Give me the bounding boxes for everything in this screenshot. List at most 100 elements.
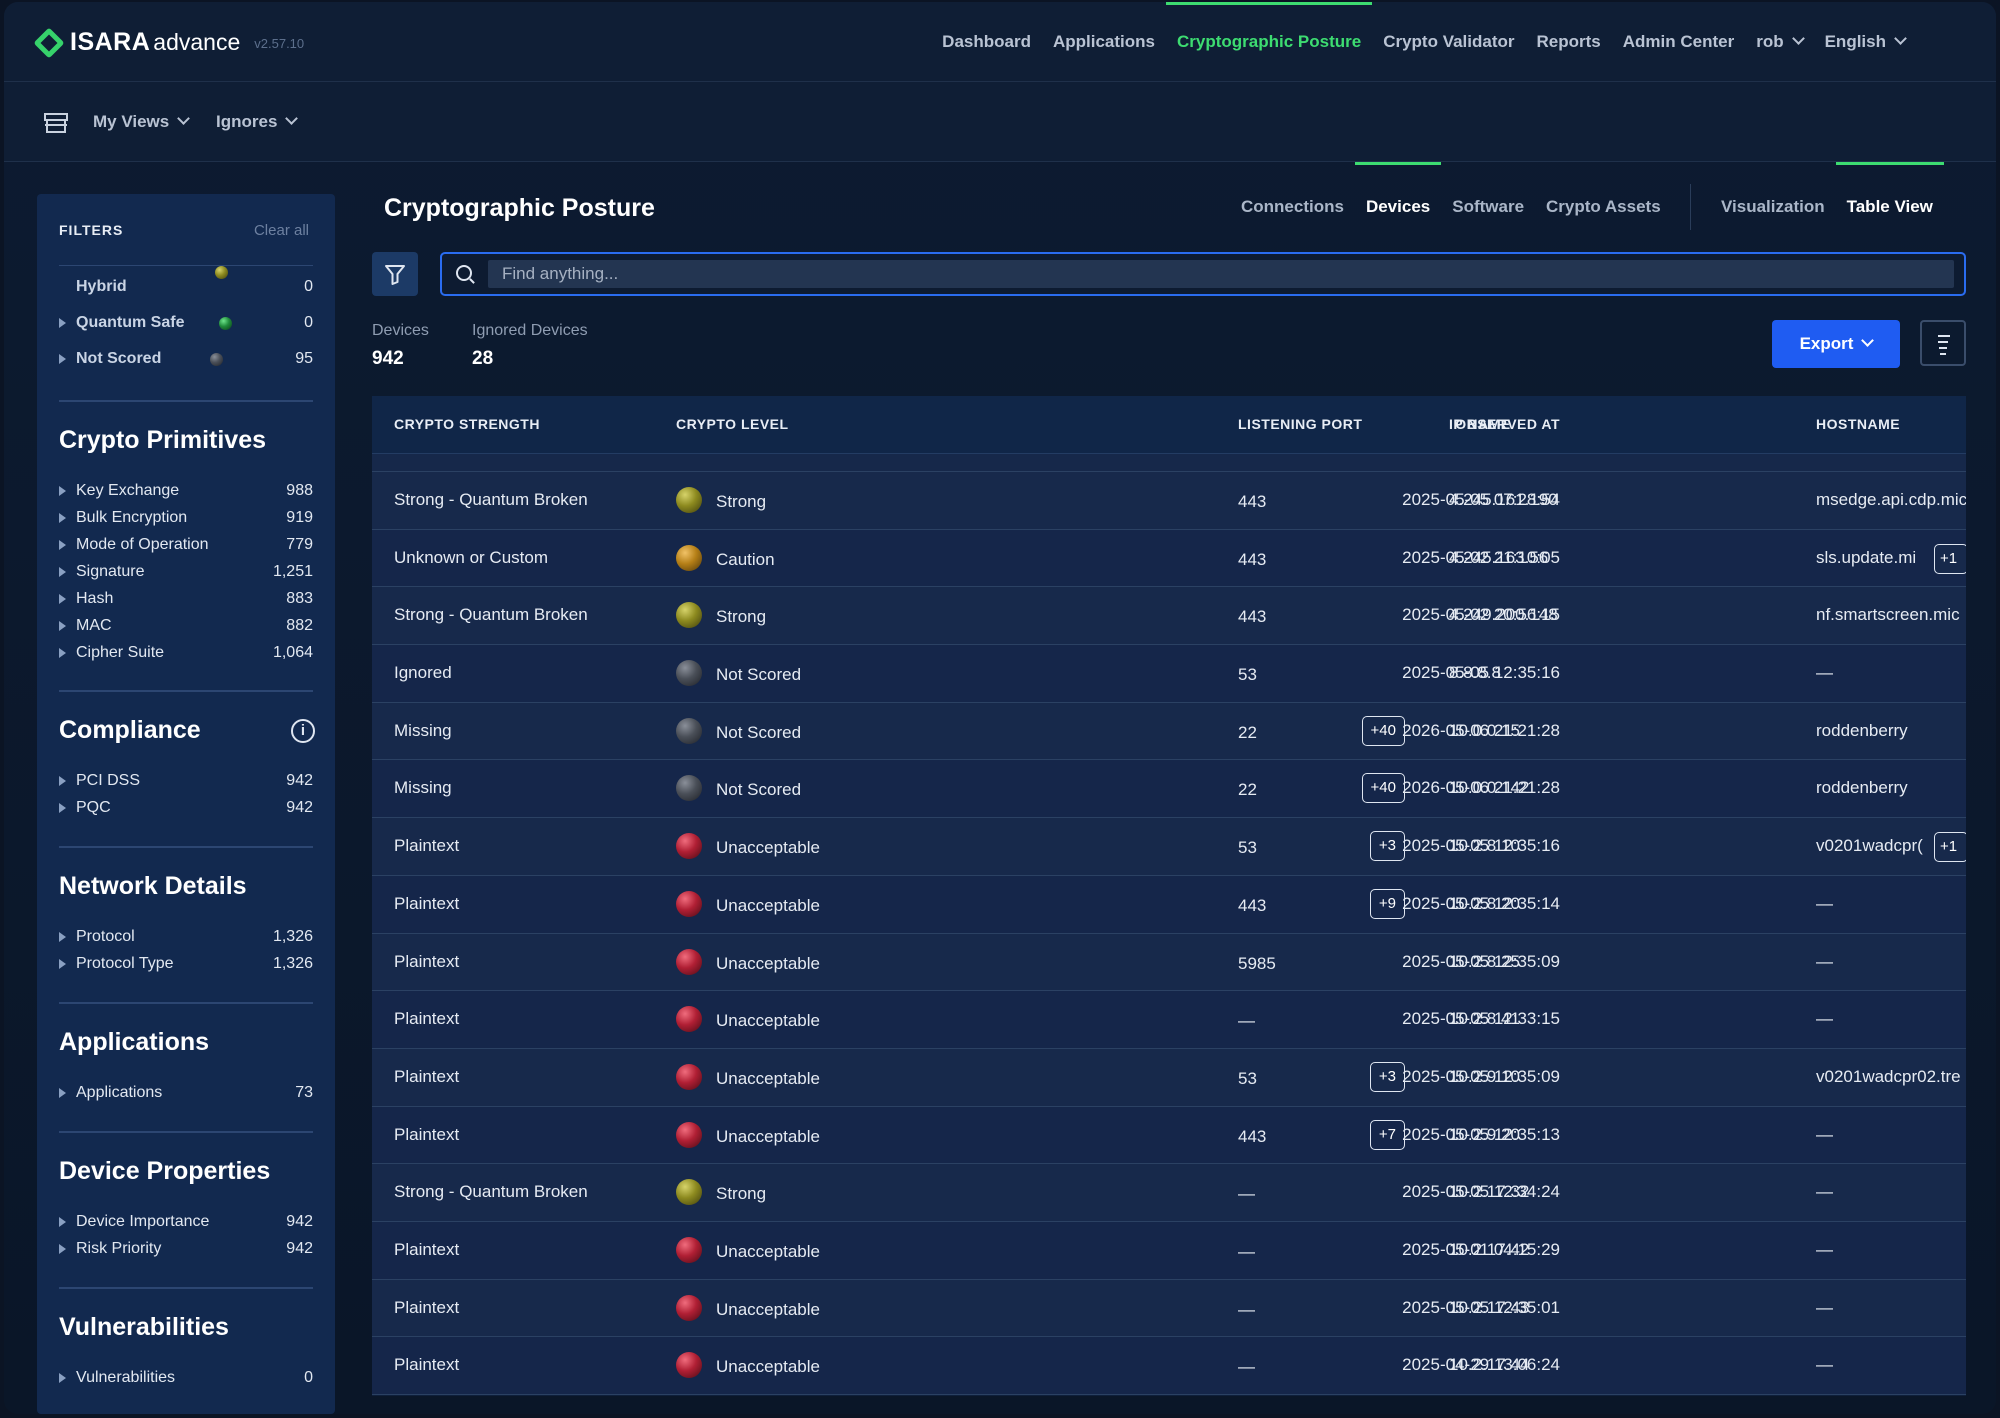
stat-label: Ignored Devices <box>472 322 588 339</box>
filter-hash[interactable]: Hash 883 <box>59 586 313 612</box>
table-row[interactable]: Plaintext Unacceptable 2025-05-01 04:15:29… <box>372 1221 1966 1280</box>
table-row[interactable]: Strong - Quantum Broken Strong 2025-05-05 … <box>372 472 1966 530</box>
filter-score-not-scored[interactable]: Not Scored 95 <box>59 346 313 372</box>
tab-software[interactable]: Software <box>1441 162 1535 242</box>
user-menu[interactable]: rob <box>1745 2 1813 82</box>
filter-key-exchange[interactable]: Key Exchange 988 <box>59 478 313 504</box>
expand-arrow-icon[interactable] <box>59 648 66 658</box>
nav-cryptographic-posture[interactable]: Cryptographic Posture <box>1165 2 1373 82</box>
export-button[interactable]: Export <box>1772 320 1900 368</box>
table-row[interactable]: Strong - Quantum Broken Strong 2025-05-02 … <box>372 587 1966 646</box>
expand-arrow-icon[interactable] <box>59 776 66 786</box>
more-ports-badge[interactable]: +3 <box>1369 1061 1405 1092</box>
table-row[interactable]: Unknown or Custom Caution 2025-05-02 21:10… <box>372 529 1966 588</box>
search-input[interactable] <box>502 260 1902 288</box>
cell-listening-port: — <box>1238 1299 1255 1319</box>
my-views-menu[interactable]: My Views <box>93 82 191 162</box>
expand-arrow-icon[interactable] <box>59 932 66 942</box>
expand-arrow-icon[interactable] <box>59 959 66 969</box>
more-ports-badge[interactable]: +3 <box>1369 831 1405 862</box>
column-settings-button[interactable] <box>1920 320 1966 366</box>
expand-arrow-icon[interactable] <box>59 513 66 523</box>
more-ports-badge[interactable]: +7 <box>1369 1119 1405 1150</box>
search-box[interactable] <box>440 252 1966 296</box>
info-icon[interactable]: i <box>291 719 315 743</box>
more-hostnames-badge[interactable]: +1 <box>1934 543 1966 574</box>
tab-devices[interactable]: Devices <box>1354 162 1442 242</box>
table-row[interactable]: Strong - Quantum Broken Strong 2025-05-05 … <box>372 1164 1966 1222</box>
tab-visualization[interactable]: Visualization <box>1710 162 1836 242</box>
nav-crypto-validator[interactable]: Crypto Validator <box>1372 2 1525 82</box>
expand-arrow-icon[interactable] <box>59 1244 66 1254</box>
filter-toggle-button[interactable] <box>372 252 418 296</box>
filter-risk-priority[interactable]: Risk Priority 942 <box>59 1236 313 1262</box>
store-icon[interactable] <box>44 112 68 134</box>
col-hostname[interactable]: HOSTNAME <box>1816 416 1900 432</box>
filter-device-importance[interactable]: Device Importance 942 <box>59 1209 313 1235</box>
filter-bulk-encryption[interactable]: Bulk Encryption 919 <box>59 505 313 531</box>
logo-sub: advance <box>153 29 241 55</box>
clear-all-link[interactable]: Clear all <box>254 222 309 239</box>
table-row[interactable]: Plaintext Unacceptable 2025-05-05 12:35:14… <box>372 875 1966 934</box>
expand-arrow-icon[interactable] <box>59 567 66 577</box>
expand-arrow-icon[interactable] <box>59 540 66 550</box>
table-row[interactable]: Plaintext Unacceptable 2025-05-05 12:35:01… <box>372 1279 1966 1338</box>
nav-dashboard[interactable]: Dashboard <box>931 2 1042 82</box>
table-row[interactable]: Missing Not Scored 2026-05-06 21:21:28 22 +4… <box>372 760 1966 819</box>
filter-cipher-suite[interactable]: Cipher Suite 1,064 <box>59 640 313 666</box>
expand-arrow-icon[interactable] <box>59 803 66 813</box>
cell-crypto-strength: Plaintext <box>394 1009 460 1029</box>
expand-arrow-icon[interactable] <box>59 594 66 604</box>
language-menu[interactable]: English <box>1814 2 1916 82</box>
filter-protocol[interactable]: Protocol 1,326 <box>59 924 313 950</box>
table-row[interactable]: Plaintext Unacceptable 2025-04-29 13:06:24… <box>372 1337 1966 1395</box>
ignores-menu[interactable]: Ignores <box>216 82 299 162</box>
expand-arrow-icon[interactable] <box>59 354 66 364</box>
table-row[interactable]: Plaintext Unacceptable 2025-05-05 12:35:09… <box>372 1048 1966 1107</box>
filter-mode-of-operation[interactable]: Mode of Operation 779 <box>59 532 313 558</box>
isara-logo[interactable]: ISARA advance v2.57.10 <box>33 26 304 59</box>
column-lines-icon <box>1939 347 1947 349</box>
expand-arrow-icon[interactable] <box>59 1373 66 1383</box>
table-row[interactable]: Missing Not Scored 2026-05-06 21:21:28 22 +4… <box>372 702 1966 761</box>
filter-protocol-type[interactable]: Protocol Type 1,326 <box>59 951 313 977</box>
tab-crypto-assets[interactable]: Crypto Assets <box>1535 162 1672 242</box>
table-row[interactable]: Plaintext Unacceptable 2025-05-05 12:35:16… <box>372 818 1966 876</box>
col-listening-port[interactable]: LISTENING PORT <box>1238 416 1362 432</box>
more-ports-badge[interactable]: +40 <box>1361 773 1405 804</box>
filter-pci-dss[interactable]: PCI DSS 942 <box>59 768 313 794</box>
nav-reports[interactable]: Reports <box>1526 2 1612 82</box>
filter-score-quantum-safe[interactable]: Quantum Safe 0 <box>59 310 313 336</box>
table-row[interactable]: Plaintext Unacceptable 2025-05-05 12:35:09… <box>372 933 1966 992</box>
filter-pqc[interactable]: PQC 942 <box>59 795 313 821</box>
table-row[interactable]: Plaintext Unacceptable 2025-05-05 12:35:13… <box>372 1106 1966 1165</box>
filter-mac[interactable]: MAC 882 <box>59 613 313 639</box>
filter-vulnerabilities[interactable]: Vulnerabilities 0 <box>59 1365 313 1391</box>
more-hostnames-badge[interactable]: +1 <box>1934 832 1966 863</box>
cell-hostname: — <box>1816 1297 1833 1317</box>
nav-admin-center[interactable]: Admin Center <box>1612 2 1745 82</box>
tab-table-view[interactable]: Table View <box>1835 162 1945 242</box>
expand-arrow-icon[interactable] <box>59 621 66 631</box>
expand-arrow-icon[interactable] <box>59 318 66 328</box>
col-ip-name[interactable]: IP NAME <box>1449 416 1511 432</box>
filter-score-hybrid[interactable]: Hybrid 0 <box>59 274 313 300</box>
crypto-level-dot-icon <box>676 890 702 917</box>
expand-arrow-icon[interactable] <box>59 486 66 496</box>
filter-label: Vulnerabilities <box>76 1369 176 1386</box>
nav-applications[interactable]: Applications <box>1042 2 1166 82</box>
col-crypto-strength[interactable]: CRYPTO STRENGTH <box>394 416 540 432</box>
table-row[interactable]: Ignored Not Scored 2025-05-05 12:35:16 53 8.… <box>372 645 1966 703</box>
section-title-applications: Applications <box>59 1028 210 1056</box>
cell-ip-name: 10.2.8.41 <box>1449 1009 1520 1029</box>
cell-ip-name: 10.2.8.25 <box>1449 951 1520 971</box>
expand-arrow-icon[interactable] <box>59 1217 66 1227</box>
tab-connections[interactable]: Connections <box>1230 162 1355 242</box>
table-row[interactable]: Plaintext Unacceptable 2025-05-05 12:33:15… <box>372 991 1966 1049</box>
more-ports-badge[interactable]: +40 <box>1361 715 1405 746</box>
more-ports-badge[interactable]: +9 <box>1369 888 1405 919</box>
expand-arrow-icon[interactable] <box>59 1088 66 1098</box>
filter-signature[interactable]: Signature 1,251 <box>59 559 313 585</box>
filter-applications[interactable]: Applications 73 <box>59 1080 313 1106</box>
col-crypto-level[interactable]: CRYPTO LEVEL <box>676 416 789 432</box>
